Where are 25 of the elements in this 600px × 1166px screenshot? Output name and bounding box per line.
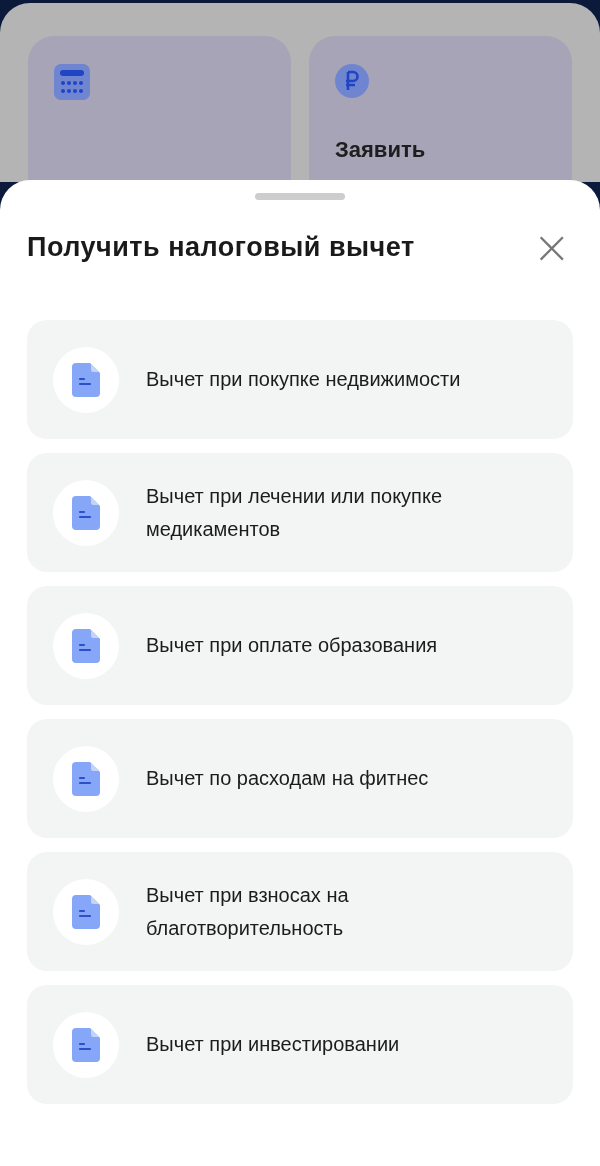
- deduction-option[interactable]: Вычет по расходам на фитнес: [27, 719, 573, 838]
- deduction-option[interactable]: Вычет при оплате образования: [27, 586, 573, 705]
- ruble-icon: [335, 64, 369, 98]
- deduction-option[interactable]: Вычет при инвестировании: [27, 985, 573, 1104]
- document-icon: [72, 628, 100, 663]
- option-label: Вычет по расходам на фитнес: [146, 766, 429, 791]
- option-label: Вычет при инвестировании: [146, 1032, 400, 1057]
- drag-handle[interactable]: [255, 193, 345, 200]
- calculator-icon: [54, 64, 90, 100]
- option-label: Вычет при взносах на благотворительность: [146, 882, 350, 941]
- document-icon: [72, 894, 100, 929]
- card-title: Заявить: [335, 136, 427, 164]
- deduction-option[interactable]: Вычет при лечении или покупке медикаментов: [27, 453, 573, 572]
- option-label: Вычет при покупке недвижимости: [146, 367, 461, 392]
- deduction-option[interactable]: Вычет при взносах на благотворительность: [27, 852, 573, 971]
- option-label: Вычет при лечении или покупке медикаментов: [146, 483, 444, 542]
- document-icon: [72, 1027, 100, 1062]
- document-icon: [72, 761, 100, 796]
- close-button[interactable]: ×: [530, 227, 573, 267]
- sheet-title: Получить налоговый вычет: [27, 231, 415, 263]
- document-icon: [72, 362, 100, 397]
- deduction-option[interactable]: Вычет при покупке недвижимости: [27, 320, 573, 439]
- service-card[interactable]: Заявить: [309, 36, 572, 182]
- document-icon: [72, 495, 100, 530]
- option-label: Вычет при оплате образования: [146, 633, 438, 658]
